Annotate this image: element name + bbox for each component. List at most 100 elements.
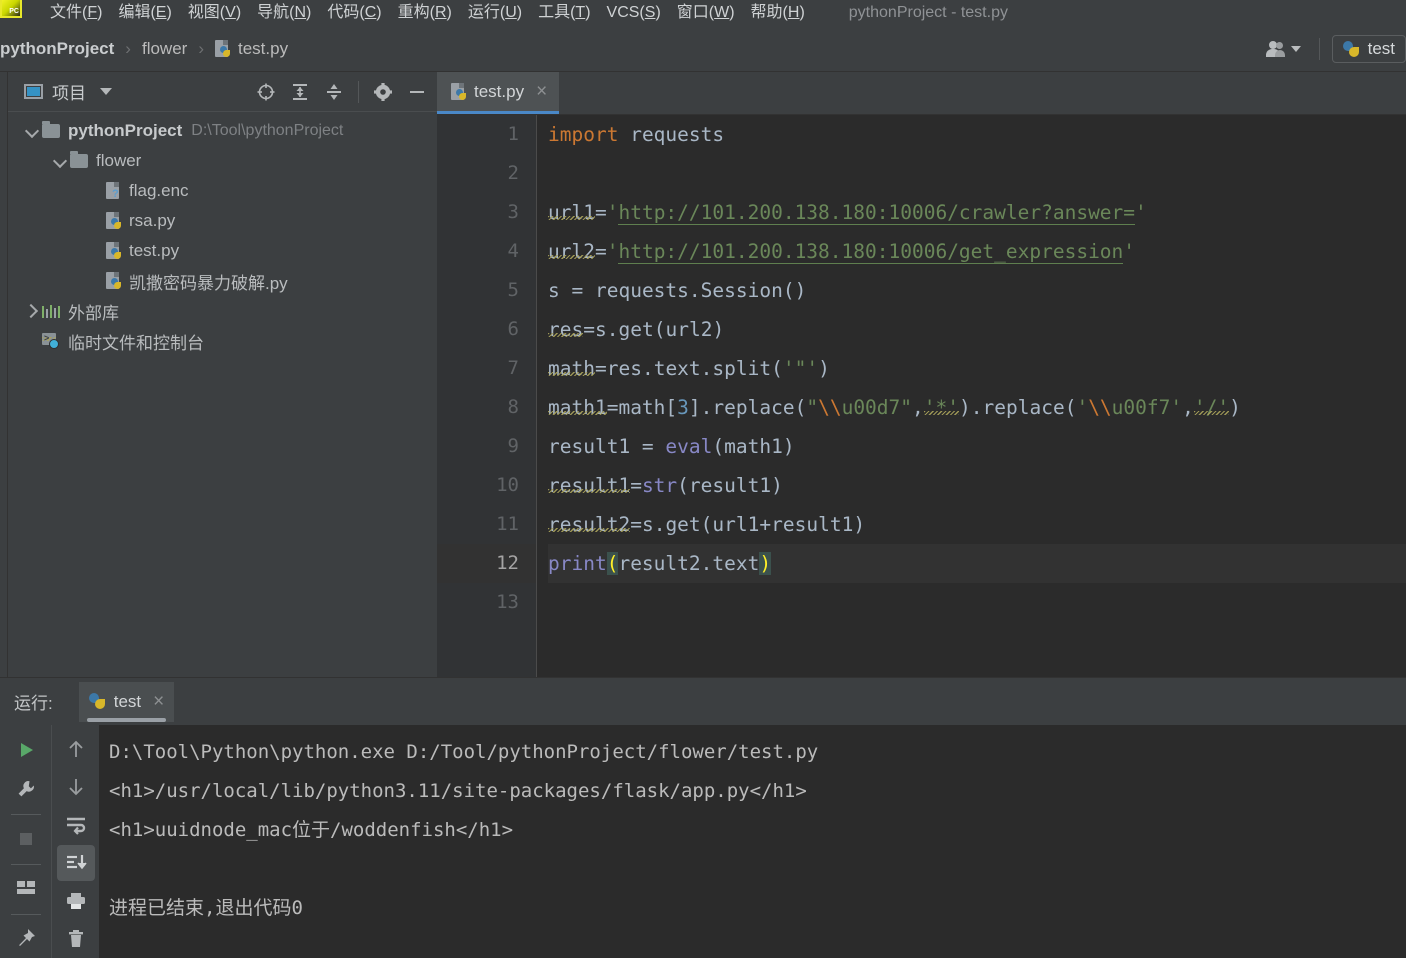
code-line-11[interactable]: result2=s.get(url1+result1) [548,505,1406,544]
tree-node-label: 临时文件和控制台 [68,333,204,353]
up-icon[interactable] [57,731,95,767]
code-line-1[interactable]: import requests [548,115,1406,154]
print-icon[interactable] [57,883,95,919]
menu-file[interactable]: 文件(F) [42,0,110,26]
run-tab-test[interactable]: test × [78,681,175,722]
project-panel-header: 项目 [8,72,437,112]
scratches-icon: > [42,333,60,349]
scroll-to-end-icon[interactable] [56,845,95,881]
window-title: pythonProject - test.py [848,4,1008,21]
expand-all-icon[interactable] [286,78,314,106]
chevron-down-icon [1290,46,1301,52]
tree-node-rsa-py[interactable]: rsa.py [8,206,437,236]
run-tool-window-body: D:\Tool\Python\python.exe D:/Tool/python… [0,725,1406,958]
breadcrumb-file[interactable]: test.py [209,37,294,61]
line-number: 3 [507,201,519,223]
code-editor[interactable]: 1 2 3 4 5 6 7 8 9 10 11 12 13 import req… [437,115,1406,677]
code-line-12[interactable]: print(result2.text) [548,544,1406,583]
menu-window[interactable]: 窗口(W) [669,0,743,26]
project-tree[interactable]: pythonProject D:\Tool\pythonProject flow… [8,112,437,677]
tree-node-test-py[interactable]: test.py [8,236,437,266]
line-number-current: 12 [437,544,536,583]
hide-icon[interactable] [403,78,431,106]
breadcrumb-folder-label: flower [141,38,188,58]
code-line-10[interactable]: result1=str(result1) [548,466,1406,505]
code-line-2[interactable] [548,154,1406,193]
tree-node-flag-enc[interactable]: ? flag.enc [8,176,437,206]
tree-node-external-libraries[interactable]: 外部库 [8,296,437,326]
code-line-7[interactable]: math=res.text.split('"') [548,349,1406,388]
code-line-13[interactable] [548,583,1406,622]
layout-icon[interactable] [7,870,45,907]
tree-node-label: 凯撒密码暴力破解.py [129,273,288,293]
code-line-5[interactable]: s = requests.Session() [548,271,1406,310]
run-tab-label: test [113,691,142,711]
line-number: 9 [507,435,519,457]
python-file-icon [451,82,467,101]
line-number-gutter: 1 2 3 4 5 6 7 8 9 10 11 12 13 [437,115,537,677]
menu-view[interactable]: 视图(V) [180,0,249,26]
code-line-4[interactable]: url2='http://101.200.138.180:10006/get_e… [548,232,1406,271]
python-icon [88,693,106,710]
chevron-down-icon[interactable] [50,152,68,170]
trash-icon[interactable] [57,921,95,957]
run-console-output[interactable]: D:\Tool\Python\python.exe D:/Tool/python… [99,725,1406,958]
run-label: 运行: [14,694,53,713]
breadcrumb-separator-2: › [198,38,204,58]
settings-wrench-icon[interactable] [7,770,45,807]
tree-node-pythonproject[interactable]: pythonProject D:\Tool\pythonProject [8,116,437,146]
tree-node-scratches[interactable]: > 临时文件和控制台 [8,326,437,356]
code-line-8[interactable]: math1=math[3].replace("\\u00d7",'*').rep… [548,388,1406,427]
navbar-right-controls: test [1260,26,1406,72]
tree-node-path: D:\Tool\pythonProject [191,122,344,139]
menu-navigate[interactable]: 导航(N) [249,0,319,26]
divider [10,864,41,865]
pin-icon[interactable] [7,920,45,957]
locate-icon[interactable] [252,78,280,106]
breadcrumb-project[interactable]: pythonProject [0,37,120,61]
breadcrumb-folder[interactable]: flower [136,37,193,61]
menu-code[interactable]: 代码(C) [319,0,389,26]
line-number: 5 [507,279,519,301]
run-tool-window-header: 运行: test × [0,678,1406,725]
divider [10,814,41,815]
tree-node-caesar-py[interactable]: 凯撒密码暴力破解.py [8,266,437,296]
stop-icon[interactable] [7,820,45,857]
run-actions-primary [0,725,52,958]
soft-wrap-icon[interactable] [57,807,95,843]
menu-vcs[interactable]: VCS(S) [599,0,669,26]
code-line-9[interactable]: result1 = eval(math1) [548,427,1406,466]
chevron-down-icon[interactable] [22,122,40,140]
menu-run[interactable]: 运行(U) [460,0,530,26]
divider [10,914,41,915]
divider [1318,38,1320,60]
chevron-down-icon[interactable] [100,88,112,95]
tab-test-py[interactable]: test.py × [437,72,560,114]
close-icon[interactable]: × [153,691,164,713]
tree-node-flower[interactable]: flower [8,146,437,176]
chevron-right-icon[interactable] [22,302,40,320]
breadcrumb-bar: pythonProject › flower › test.py test [0,26,1406,72]
run-configuration-selector[interactable]: test [1331,35,1406,63]
menu-refactor[interactable]: 重构(R) [390,0,460,26]
code-lines[interactable]: import requests url1='http://101.200.138… [537,115,1406,677]
collapse-all-icon[interactable] [320,78,348,106]
project-window-icon [24,84,43,99]
menu-edit[interactable]: 编辑(E) [110,0,179,26]
account-button[interactable] [1260,37,1307,61]
gear-icon[interactable] [369,78,397,106]
rerun-icon[interactable] [7,731,45,768]
project-tool-window: 项目 pythonProject D:\Tool\pythonProject f… [8,72,437,677]
code-line-3[interactable]: url1='http://101.200.138.180:10006/crawl… [548,193,1406,232]
user-icon [1265,41,1286,57]
python-file-icon [106,242,122,260]
down-icon[interactable] [57,769,95,805]
close-icon[interactable]: × [536,82,547,101]
python-file-icon [215,39,231,58]
app-logo: PC [0,0,22,18]
menu-tools[interactable]: 工具(T) [530,0,598,26]
console-line: <h1>/usr/local/lib/python3.11/site-packa… [109,780,807,802]
code-line-6[interactable]: res=s.get(url2) [548,310,1406,349]
folder-icon [70,151,88,168]
menu-help[interactable]: 帮助(H) [743,0,813,26]
